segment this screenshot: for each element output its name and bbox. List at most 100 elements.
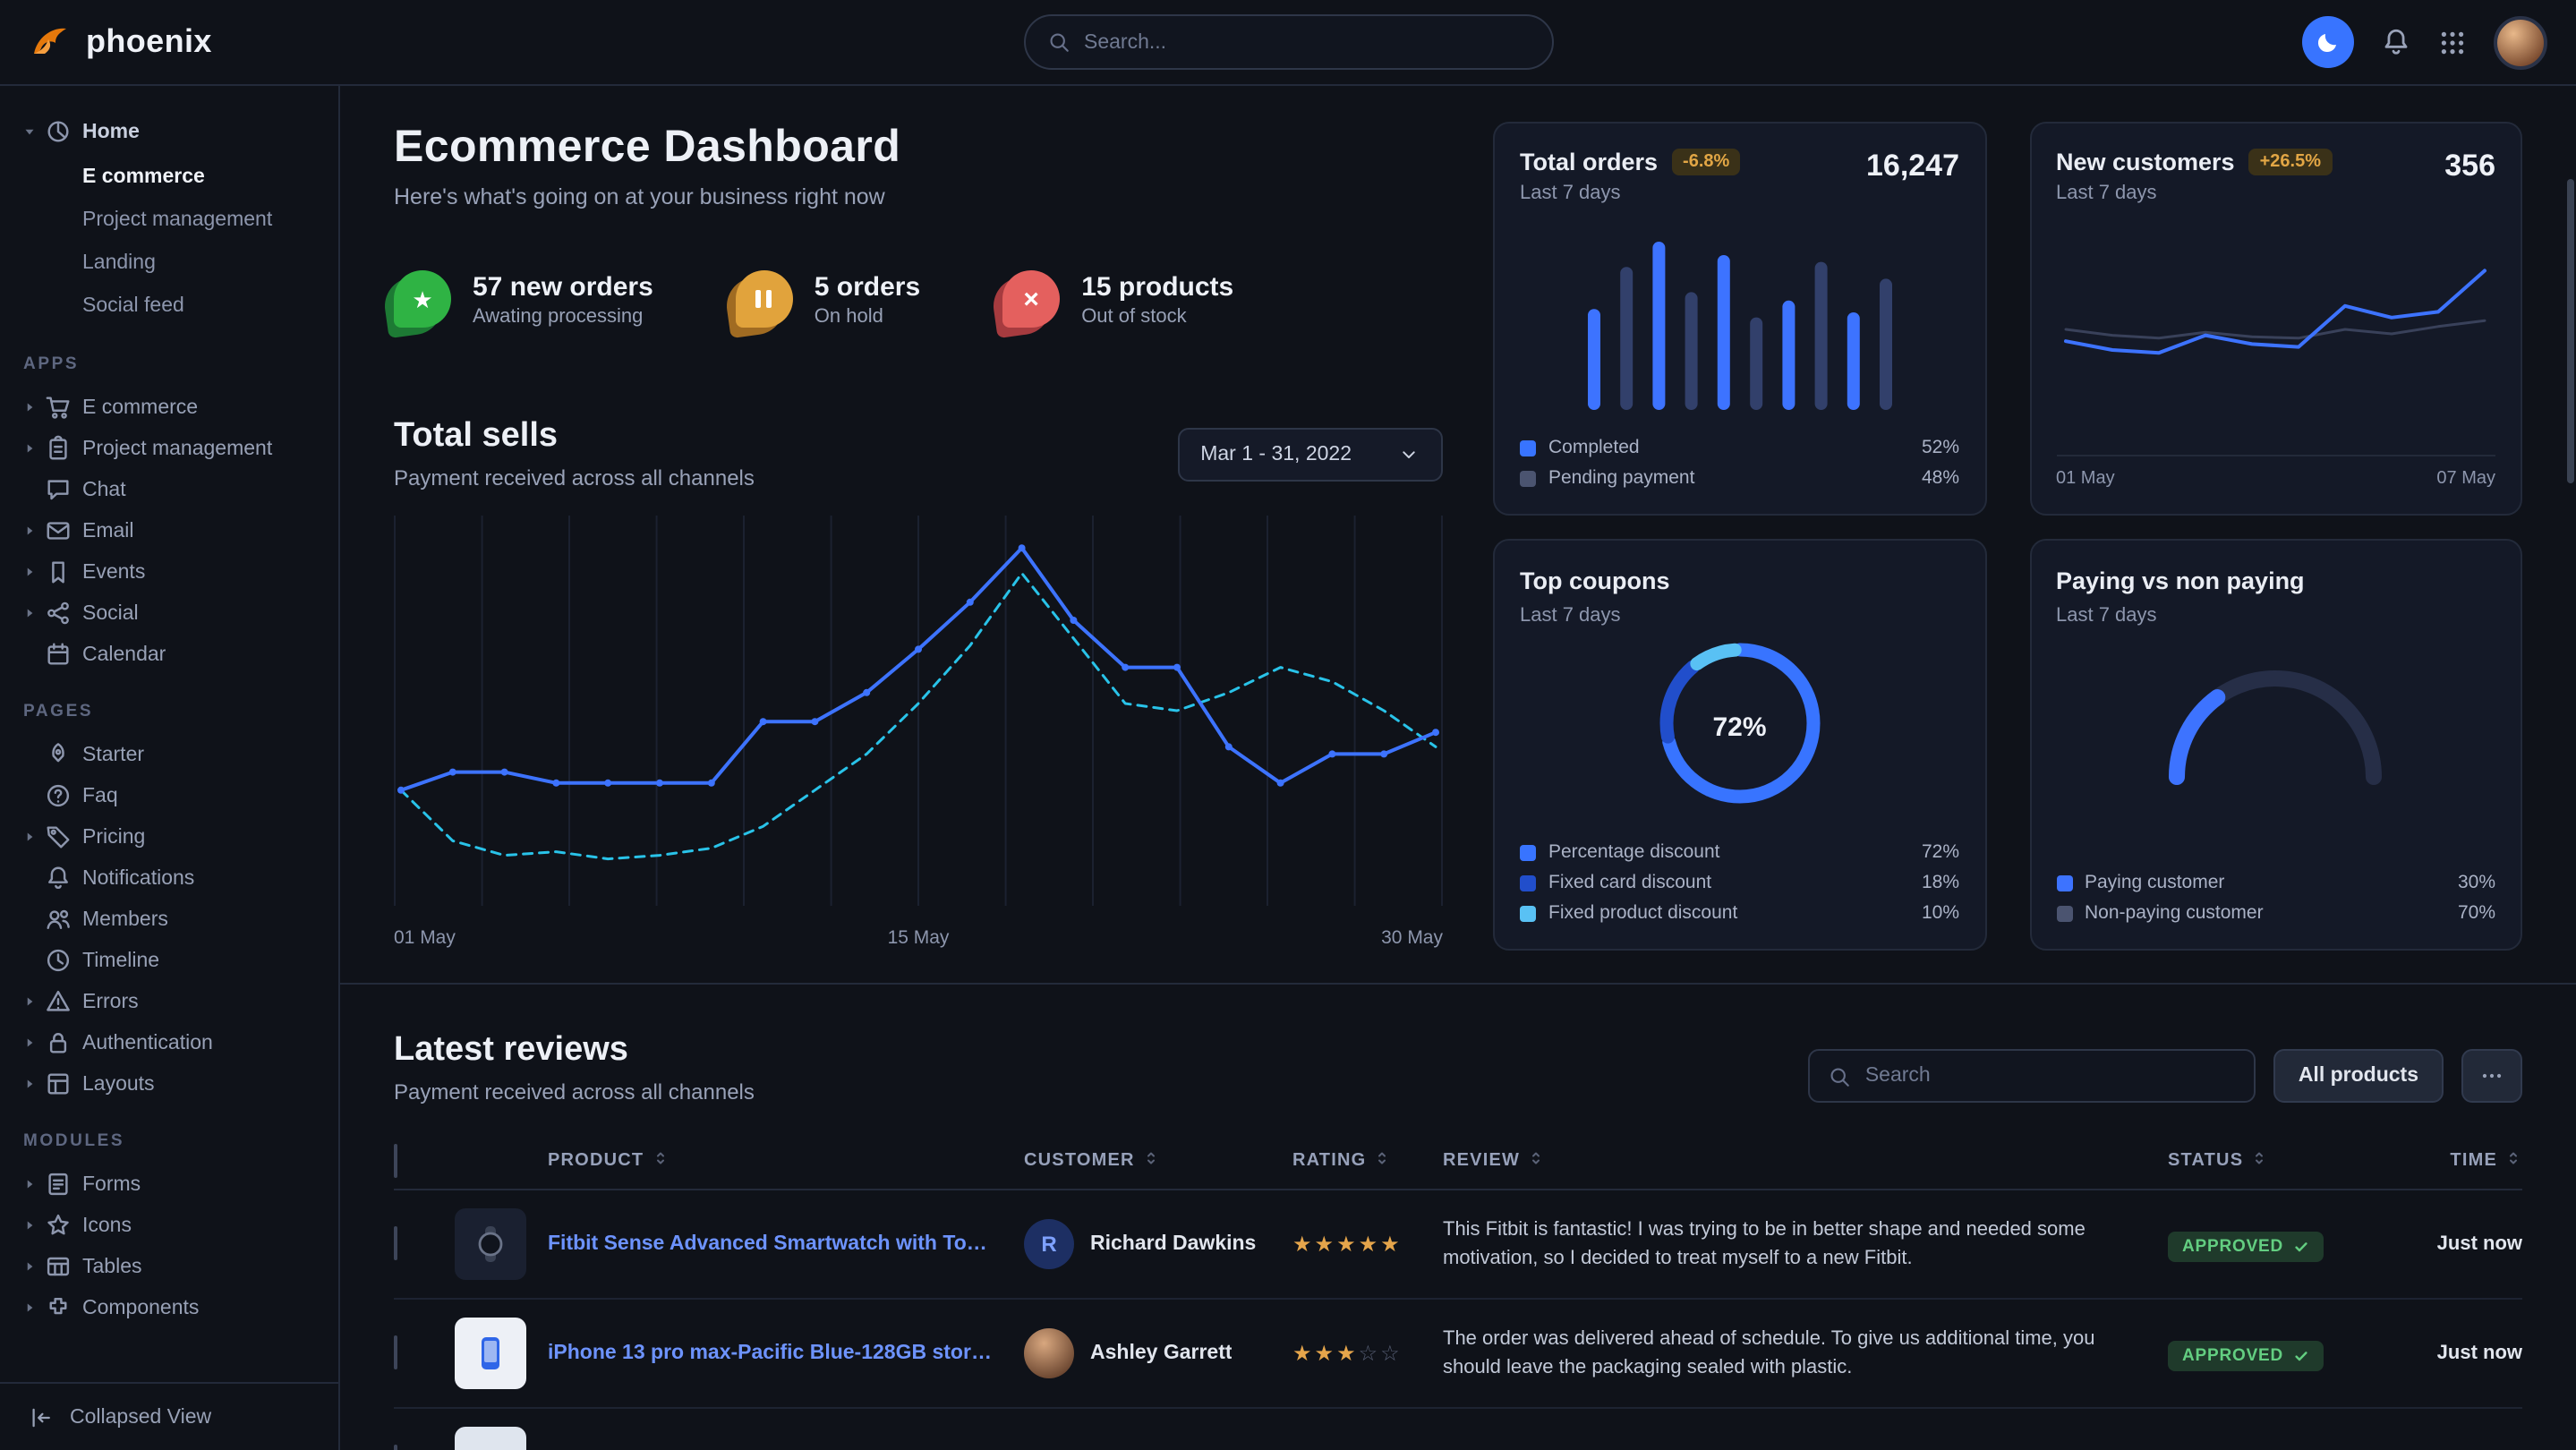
caret-down-icon — [21, 124, 38, 140]
table-icon — [45, 1253, 72, 1280]
lock-icon — [45, 1029, 72, 1056]
main-content: Ecommerce Dashboard Here's what's going … — [340, 86, 2576, 1450]
navbar-search-input[interactable] — [1084, 31, 1530, 53]
caret-right-icon — [21, 994, 38, 1010]
sidebar: HomeE commerceProject managementLandingS… — [0, 86, 340, 1450]
caret-right-icon — [21, 1217, 38, 1233]
sidebar-item-landing[interactable]: Landing — [14, 242, 324, 285]
row-checkbox[interactable] — [394, 1445, 397, 1450]
sidebar-item-faq[interactable]: Faq — [14, 775, 324, 816]
calendar-icon — [45, 641, 72, 668]
sidebar-item-authentication[interactable]: Authentication — [14, 1022, 324, 1063]
sidebar-item-events[interactable]: Events — [14, 551, 324, 593]
reviews-search[interactable] — [1808, 1049, 2256, 1103]
scrollbar[interactable] — [2567, 179, 2574, 483]
more-options-button[interactable] — [2461, 1049, 2522, 1103]
stat-blob-icon: ★ — [394, 270, 451, 328]
column-header-status[interactable]: STATUS — [2168, 1149, 2379, 1173]
gauge-chart — [2151, 652, 2401, 791]
column-header-rating[interactable]: RATING — [1292, 1149, 1443, 1173]
top-coupons-donut: 72% — [1651, 634, 1830, 822]
legend-swatch — [1520, 439, 1536, 456]
sidebar-item-timeline[interactable]: Timeline — [14, 940, 324, 981]
reviews-table: PRODUCTCUSTOMERRATINGREVIEWSTATUSTIME Fi… — [394, 1133, 2522, 1450]
sidebar-section-modules: MODULES — [14, 1131, 324, 1151]
phoenix-logo-icon — [29, 21, 72, 64]
product-thumbnail — [455, 1318, 526, 1389]
navbar-actions — [2302, 15, 2547, 69]
sidebar-item-e-commerce[interactable]: E commerce — [14, 387, 324, 428]
sidebar-item-home[interactable]: Home — [14, 111, 324, 152]
legend-swatch — [1520, 844, 1536, 860]
sidebar-item-email[interactable]: Email — [14, 510, 324, 551]
new-customers-value: 356 — [2444, 149, 2495, 184]
date-range-select[interactable]: Mar 1 - 31, 2022 — [1177, 428, 1443, 482]
customer-name: Ashley Garrett — [1090, 1343, 1233, 1364]
new-customers-x-labels: 01 May07 May — [2056, 455, 2495, 489]
sidebar-item-icons[interactable]: Icons — [14, 1205, 324, 1246]
bell-icon — [45, 865, 72, 891]
sidebar-item-project-management[interactable]: Project management — [14, 199, 324, 242]
notifications-bell-button[interactable] — [2381, 27, 2411, 57]
customer-name: Richard Dawkins — [1090, 1233, 1256, 1255]
sidebar-item-chat[interactable]: Chat — [14, 469, 324, 510]
theme-toggle-button[interactable] — [2302, 16, 2354, 68]
total-orders-value: 16,247 — [1866, 149, 1959, 184]
column-header-customer[interactable]: CUSTOMER — [1024, 1149, 1292, 1173]
select-all-checkbox[interactable] — [394, 1143, 397, 1177]
review-row-3[interactable] — [394, 1409, 2522, 1450]
sidebar-item-starter[interactable]: Starter — [14, 734, 324, 775]
column-header-time[interactable]: TIME — [2379, 1149, 2522, 1173]
reviews-search-input[interactable] — [1865, 1065, 2236, 1087]
brand[interactable]: phoenix — [29, 21, 212, 64]
paying-legend: Paying customer30%Non-paying customer70% — [2056, 872, 2495, 924]
user-avatar[interactable] — [2494, 15, 2547, 69]
caret-right-icon — [21, 829, 38, 845]
row-checkbox[interactable] — [394, 1226, 397, 1260]
paying-legend-item: Paying customer30% — [2056, 872, 2495, 893]
new-customers-period: Last 7 days — [2056, 183, 2332, 204]
latest-reviews-title: Latest reviews — [394, 1031, 755, 1070]
apps-grid-button[interactable] — [2438, 28, 2467, 56]
sidebar-item-members[interactable]: Members — [14, 899, 324, 940]
phone-thumbnail-icon — [469, 1332, 512, 1375]
latest-reviews-subtitle: Payment received across all channels — [394, 1079, 755, 1105]
sidebar-item-layouts[interactable]: Layouts — [14, 1063, 324, 1105]
navbar-search[interactable] — [1023, 14, 1553, 70]
row-checkbox[interactable] — [394, 1335, 397, 1369]
top-coupons-period: Last 7 days — [1520, 605, 1670, 627]
sidebar-item-calendar[interactable]: Calendar — [14, 634, 324, 675]
app-root: phoenix HomeE commerceProject management… — [0, 0, 2576, 1450]
warning-icon — [45, 988, 72, 1015]
all-products-button[interactable]: All products — [2273, 1049, 2444, 1103]
collapsed-view-label: Collapsed View — [70, 1406, 211, 1428]
rating-stars: ★★★★★ — [1292, 1232, 1443, 1257]
column-header-product[interactable]: PRODUCT — [548, 1149, 1024, 1173]
sidebar-item-project-management[interactable]: Project management — [14, 428, 324, 469]
collapsed-view-toggle[interactable]: Collapsed View — [0, 1382, 338, 1450]
sidebar-item-e-commerce[interactable]: E commerce — [14, 156, 324, 199]
sidebar-item-errors[interactable]: Errors — [14, 981, 324, 1022]
total-orders-legend-item: Pending payment48% — [1520, 467, 1959, 489]
sidebar-item-components[interactable]: Components — [14, 1287, 324, 1328]
column-header-review[interactable]: REVIEW — [1443, 1149, 2168, 1173]
sidebar-item-forms[interactable]: Forms — [14, 1164, 324, 1205]
product-link[interactable]: Fitbit Sense Advanced Smartwatch with To… — [548, 1233, 1024, 1255]
review-row-1[interactable]: Fitbit Sense Advanced Smartwatch with To… — [394, 1190, 2522, 1300]
stat-57-new-orders: ★57 new ordersAwating processing — [394, 270, 653, 328]
sort-icon — [2250, 1149, 2268, 1167]
sidebar-item-social[interactable]: Social — [14, 593, 324, 634]
review-row-2[interactable]: iPhone 13 pro max-Pacific Blue-128GB sto… — [394, 1300, 2522, 1409]
total-orders-badge: -6.8% — [1672, 149, 1740, 175]
sort-icon — [1142, 1149, 1160, 1167]
sidebar-item-social-feed[interactable]: Social feed — [14, 285, 324, 328]
sidebar-item-tables[interactable]: Tables — [14, 1246, 324, 1287]
stat-blob-icon: × — [1002, 270, 1060, 328]
top-coupons-legend-item: Fixed card discount18% — [1520, 872, 1959, 893]
total-sells-subtitle: Payment received across all channels — [394, 465, 755, 490]
sidebar-item-pricing[interactable]: Pricing — [14, 816, 324, 857]
product-link[interactable]: iPhone 13 pro max-Pacific Blue-128GB sto… — [548, 1343, 1024, 1364]
sidebar-item-notifications[interactable]: Notifications — [14, 857, 324, 899]
cross-icon: × — [1023, 286, 1039, 312]
legend-swatch — [2056, 874, 2072, 891]
